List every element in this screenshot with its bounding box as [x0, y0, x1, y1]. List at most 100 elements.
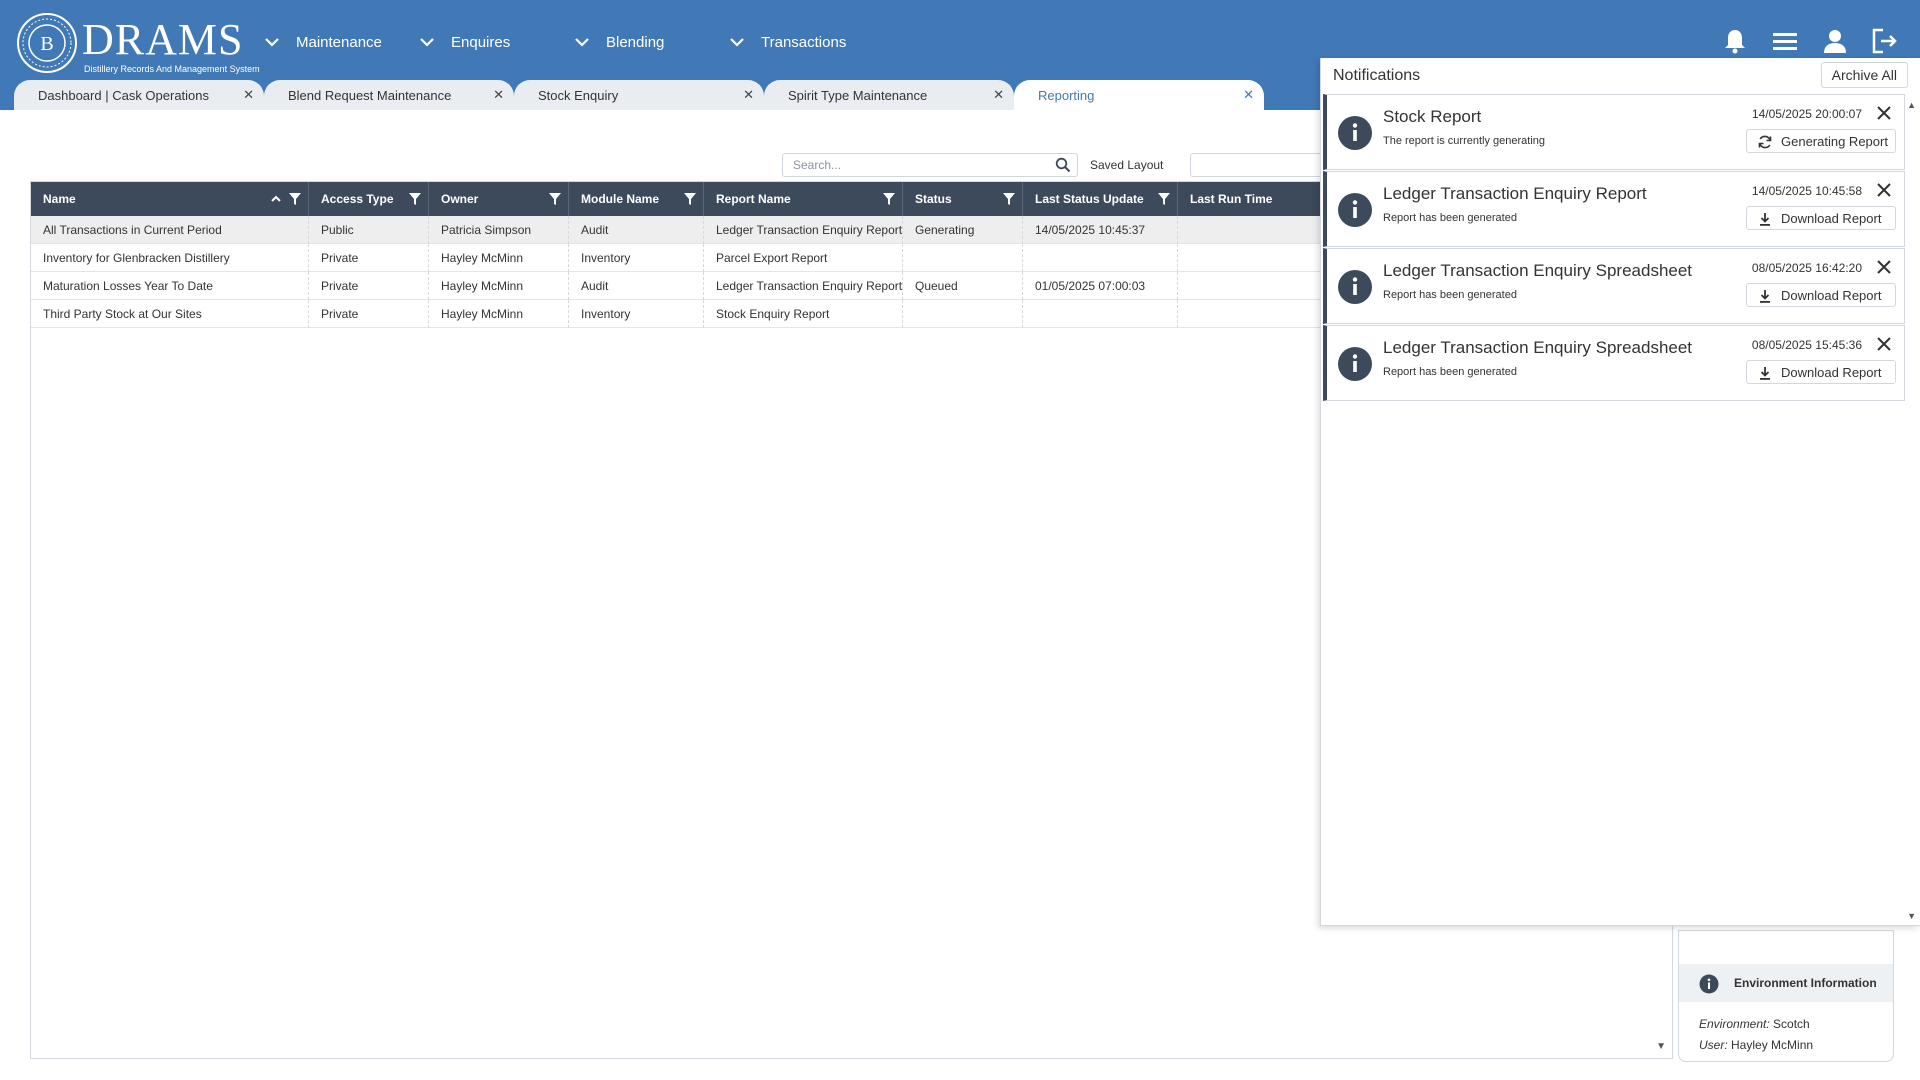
cell-owner: Hayley McMinn [429, 300, 569, 328]
close-icon[interactable]: ✕ [493, 87, 504, 103]
notification-date: 14/05/2025 20:00:07 [1751, 107, 1862, 121]
logout-icon[interactable] [1870, 26, 1900, 56]
refresh-icon [1758, 135, 1772, 149]
column-label: Name [43, 192, 76, 206]
tab-stock-enquiry[interactable]: Stock Enquiry ✕ [514, 80, 764, 110]
close-icon[interactable] [1874, 180, 1894, 200]
cell-status: Generating [903, 216, 1023, 244]
column-header-last-status-update[interactable]: Last Status Update [1023, 182, 1178, 216]
tab-label: Blend Request Maintenance [288, 88, 452, 103]
notification-message: The report is currently generating [1383, 135, 1546, 147]
download-report-button[interactable]: Download Report [1746, 206, 1896, 230]
tab-dashboard-cask-operations[interactable]: Dashboard | Cask Operations ✕ [14, 80, 264, 110]
user-label: User: [1699, 1038, 1728, 1052]
environment-value: Scotch [1773, 1017, 1810, 1031]
drams-seal-icon: B [17, 13, 77, 73]
filter-icon[interactable] [882, 192, 896, 206]
cell-last-status-update: 01/05/2025 07:00:03 [1023, 272, 1178, 300]
filter-icon[interactable] [683, 192, 697, 206]
nav-enquires[interactable]: Enquires [417, 28, 510, 56]
environment-info-title: Environment Information [1734, 976, 1877, 990]
column-label: Status [915, 192, 952, 206]
menu-icon[interactable] [1770, 26, 1800, 56]
cell-module-name: Inventory [569, 300, 704, 328]
nav-label: Enquires [451, 33, 511, 51]
user-icon[interactable] [1820, 26, 1850, 56]
nav-label: Maintenance [296, 33, 382, 51]
close-icon[interactable] [1874, 257, 1894, 277]
environment-info-header: Environment Information [1679, 964, 1893, 1002]
notifications-title: Notifications [1333, 67, 1421, 84]
notification-item[interactable]: Ledger Transaction Enquiry Spreadsheet R… [1323, 248, 1905, 324]
scroll-down-arrow-icon[interactable]: ▼ [1907, 911, 1916, 921]
close-icon[interactable] [1874, 334, 1894, 354]
column-header-report-name[interactable]: Report Name [704, 182, 903, 216]
nav-blending[interactable]: Blending [572, 28, 664, 56]
notification-message: Report has been generated [1383, 289, 1517, 301]
download-icon [1760, 213, 1770, 226]
logo-title: DRAMS [82, 15, 244, 64]
column-label: Last Status Update [1035, 192, 1144, 206]
notification-item[interactable]: Ledger Transaction Enquiry Report Report… [1323, 171, 1905, 247]
close-icon[interactable]: ✕ [993, 87, 1004, 103]
close-icon[interactable]: ✕ [743, 87, 754, 103]
close-icon[interactable]: ✕ [243, 87, 254, 103]
tab-label: Reporting [1038, 88, 1095, 103]
filter-icon[interactable] [1157, 192, 1171, 206]
filter-icon[interactable] [288, 192, 302, 206]
chevron-down-icon [265, 38, 279, 47]
tab-label: Dashboard | Cask Operations [38, 88, 210, 103]
tab-blend-request-maintenance[interactable]: Blend Request Maintenance ✕ [264, 80, 514, 110]
info-icon [1338, 270, 1372, 304]
cell-module-name: Inventory [569, 244, 704, 272]
search-input[interactable] [793, 157, 1033, 173]
download-report-button[interactable]: Download Report [1746, 283, 1896, 307]
cell-name: Third Party Stock at Our Sites [31, 300, 309, 328]
notification-message: Report has been generated [1383, 366, 1517, 378]
info-icon [1699, 974, 1719, 994]
notification-title: Ledger Transaction Enquiry Report [1383, 184, 1647, 203]
environment-label: Environment: [1699, 1017, 1770, 1031]
tab-spirit-type-maintenance[interactable]: Spirit Type Maintenance ✕ [764, 80, 1014, 110]
column-header-access-type[interactable]: Access Type [309, 182, 429, 216]
search-icon[interactable] [1055, 157, 1071, 173]
cell-owner: Hayley McMinn [429, 244, 569, 272]
notification-item[interactable]: Stock Report The report is currently gen… [1323, 94, 1905, 170]
header-icons [1720, 26, 1900, 56]
filter-icon[interactable] [1002, 192, 1016, 206]
archive-all-button[interactable]: Archive All [1820, 62, 1908, 88]
column-header-status[interactable]: Status [903, 182, 1023, 216]
cell-owner: Hayley McMinn [429, 272, 569, 300]
scroll-up-arrow-icon[interactable]: ▲ [1907, 100, 1916, 110]
column-header-owner[interactable]: Owner [429, 182, 569, 216]
cell-status: Queued [903, 272, 1023, 300]
download-icon [1760, 367, 1770, 380]
drams-logo[interactable]: B DRAMS Distillery Records And Managemen… [16, 12, 260, 74]
saved-layout-select[interactable] [1190, 153, 1330, 177]
notification-message: Report has been generated [1383, 212, 1517, 224]
cell-owner: Patricia Simpson [429, 216, 569, 244]
scroll-down-arrow-icon[interactable]: ▼ [1656, 1041, 1666, 1052]
close-icon[interactable] [1874, 103, 1894, 123]
search-box [782, 153, 1078, 177]
notification-date: 08/05/2025 16:42:20 [1751, 261, 1862, 275]
nav-transactions[interactable]: Transactions [727, 28, 846, 56]
generating-report-button[interactable]: Generating Report [1746, 129, 1896, 153]
environment-line: Environment: Scotch [1699, 1017, 1810, 1031]
cell-name: All Transactions in Current Period [31, 216, 309, 244]
sort-ascending-icon[interactable] [270, 193, 282, 205]
column-header-name[interactable]: Name [31, 182, 309, 216]
column-label: Owner [441, 192, 479, 206]
close-icon[interactable]: ✕ [1243, 87, 1254, 103]
tab-reporting[interactable]: Reporting ✕ [1014, 80, 1264, 110]
bell-icon[interactable] [1720, 26, 1750, 56]
nav-maintenance[interactable]: Maintenance [262, 28, 382, 56]
user-line: User: Hayley McMinn [1699, 1038, 1813, 1052]
notification-item[interactable]: Ledger Transaction Enquiry Spreadsheet R… [1323, 325, 1905, 401]
download-report-button[interactable]: Download Report [1746, 360, 1896, 384]
notification-date: 14/05/2025 10:45:58 [1751, 184, 1862, 198]
filter-icon[interactable] [548, 192, 562, 206]
column-header-module-name[interactable]: Module Name [569, 182, 704, 216]
user-value: Hayley McMinn [1731, 1038, 1814, 1052]
filter-icon[interactable] [408, 192, 422, 206]
